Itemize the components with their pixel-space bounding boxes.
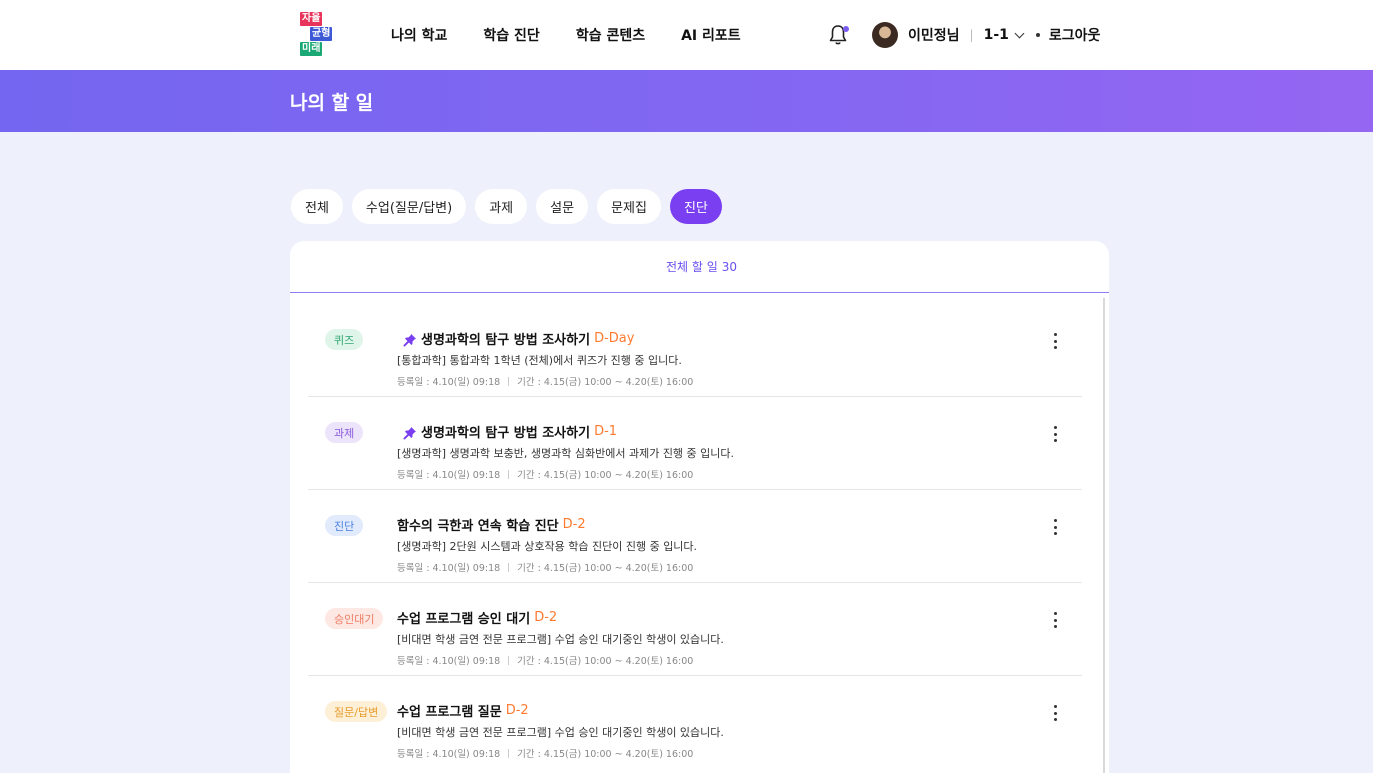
filter-tabs: 전체 수업(질문/답변) 과제 설문 문제집 진단 bbox=[291, 189, 731, 224]
nav-item-learning-contents[interactable]: 학습 콘텐츠 bbox=[576, 25, 645, 45]
list-item[interactable]: 승인대기 수업 프로그램 승인 대기 D-2 [비대면 학생 금연 전문 프로그… bbox=[308, 583, 1082, 676]
period: 기간 : 4.15(금) 10:00 ~ 4.20(토) 16:00 bbox=[517, 749, 694, 760]
dday-label: D-2 bbox=[562, 517, 586, 532]
class-selector[interactable]: 1-1 bbox=[983, 27, 1025, 43]
more-vertical-icon[interactable] bbox=[1050, 612, 1060, 628]
category-badge: 퀴즈 bbox=[325, 329, 364, 350]
chevron-down-icon bbox=[1014, 28, 1025, 38]
total-count: 30 bbox=[721, 259, 738, 274]
period: 기간 : 4.15(금) 10:00 ~ 4.20(토) 16:00 bbox=[517, 563, 694, 574]
registered-date: 등록일 : 4.10(일) 09:18 bbox=[397, 470, 501, 481]
item-meta: 등록일 : 4.10(일) 09:18 기간 : 4.15(금) 10:00 ~… bbox=[397, 374, 693, 388]
todo-panel: 전체 할 일 30 퀴즈 생명과학의 탐구 방법 조사하기 D-Day [통합과… bbox=[290, 241, 1109, 773]
more-vertical-icon[interactable] bbox=[1050, 705, 1060, 721]
registered-date: 등록일 : 4.10(일) 09:18 bbox=[397, 749, 501, 760]
dday-label: D-1 bbox=[594, 424, 618, 439]
logout-button[interactable]: 로그아웃 bbox=[1049, 25, 1101, 45]
item-title[interactable]: 수업 프로그램 승인 대기 bbox=[397, 608, 530, 627]
page-banner: 나의 할 일 bbox=[0, 70, 1373, 132]
item-meta: 등록일 : 4.10(일) 09:18 기간 : 4.15(금) 10:00 ~… bbox=[397, 653, 693, 667]
avatar[interactable] bbox=[872, 22, 898, 48]
item-title[interactable]: 수업 프로그램 질문 bbox=[397, 701, 502, 720]
meta-divider bbox=[508, 469, 510, 479]
separator-dot bbox=[1035, 33, 1040, 37]
period: 기간 : 4.15(금) 10:00 ~ 4.20(토) 16:00 bbox=[517, 377, 694, 388]
item-meta: 등록일 : 4.10(일) 09:18 기간 : 4.15(금) 10:00 ~… bbox=[397, 746, 693, 760]
tab-workbook[interactable]: 문제집 bbox=[597, 189, 661, 224]
tab-class-qna[interactable]: 수업(질문/답변) bbox=[351, 189, 467, 224]
registered-date: 등록일 : 4.10(일) 09:18 bbox=[397, 563, 501, 574]
pin-icon bbox=[403, 425, 417, 439]
item-description: [생명과학] 2단원 시스템과 상호작용 학습 진단이 진행 중 입니다. bbox=[397, 540, 698, 553]
tab-diagnosis[interactable]: 진단 bbox=[669, 189, 722, 224]
tab-assignment[interactable]: 과제 bbox=[475, 189, 528, 224]
meta-divider bbox=[508, 655, 510, 665]
item-meta: 등록일 : 4.10(일) 09:18 기간 : 4.15(금) 10:00 ~… bbox=[397, 560, 693, 574]
item-description: [생명과학] 생명과학 보충반, 생명과학 심화반에서 과제가 진행 중 입니다… bbox=[397, 447, 735, 460]
todo-list: 퀴즈 생명과학의 탐구 방법 조사하기 D-Day [통합과학] 통합과학 1학… bbox=[308, 304, 1082, 769]
registered-date: 등록일 : 4.10(일) 09:18 bbox=[397, 656, 501, 667]
total-label: 전체 할 일 bbox=[665, 260, 718, 274]
page-title: 나의 할 일 bbox=[290, 92, 374, 114]
item-title-row: 생명과학의 탐구 방법 조사하기 D-1 bbox=[397, 422, 617, 441]
tab-all[interactable]: 전체 bbox=[291, 189, 343, 224]
panel-header: 전체 할 일 30 bbox=[290, 241, 1109, 293]
meta-divider bbox=[508, 748, 510, 758]
user-name: 이민정님 bbox=[908, 28, 960, 44]
list-item[interactable]: 과제 생명과학의 탐구 방법 조사하기 D-1 [생명과학] 생명과학 보충반,… bbox=[308, 397, 1082, 490]
item-title-row: 함수의 극한과 연속 학습 진단 D-2 bbox=[397, 515, 586, 534]
item-title-row: 생명과학의 탐구 방법 조사하기 D-Day bbox=[397, 329, 634, 348]
top-header: 자율 균형 미래 나의 학교 학습 진단 학습 콘텐츠 AI 리포트 이민정님 … bbox=[0, 0, 1373, 70]
class-selector-label: 1-1 bbox=[983, 27, 1009, 43]
item-title[interactable]: 생명과학의 탐구 방법 조사하기 bbox=[421, 329, 590, 348]
category-badge: 과제 bbox=[325, 422, 364, 443]
item-title-row: 수업 프로그램 승인 대기 D-2 bbox=[397, 608, 557, 627]
dday-label: D-2 bbox=[505, 703, 529, 718]
logo[interactable]: 자율 균형 미래 bbox=[300, 12, 340, 56]
category-badge: 질문/답변 bbox=[325, 701, 388, 722]
list-item[interactable]: 질문/답변 수업 프로그램 질문 D-2 [비대면 학생 금연 전문 프로그램]… bbox=[308, 676, 1082, 769]
item-description: [비대면 학생 금연 전문 프로그램] 수업 승인 대기중인 학생이 있습니다. bbox=[397, 633, 724, 646]
period: 기간 : 4.15(금) 10:00 ~ 4.20(토) 16:00 bbox=[517, 470, 694, 481]
bell-icon[interactable] bbox=[826, 23, 850, 47]
nav-item-my-school[interactable]: 나의 학교 bbox=[391, 25, 447, 45]
user-area: 이민정님 | 1-1 로그아웃 bbox=[826, 0, 1100, 70]
item-title-row: 수업 프로그램 질문 D-2 bbox=[397, 701, 529, 720]
more-vertical-icon[interactable] bbox=[1050, 426, 1060, 442]
meta-divider bbox=[508, 562, 510, 572]
divider: | bbox=[969, 28, 974, 42]
item-meta: 등록일 : 4.10(일) 09:18 기간 : 4.15(금) 10:00 ~… bbox=[397, 467, 693, 481]
category-badge: 진단 bbox=[325, 515, 364, 536]
list-item[interactable]: 진단 함수의 극한과 연속 학습 진단 D-2 [생명과학] 2단원 시스템과 … bbox=[308, 490, 1082, 583]
period: 기간 : 4.15(금) 10:00 ~ 4.20(토) 16:00 bbox=[517, 656, 694, 667]
scrollbar[interactable] bbox=[1103, 298, 1105, 773]
more-vertical-icon[interactable] bbox=[1050, 519, 1060, 535]
tab-survey[interactable]: 설문 bbox=[536, 189, 589, 224]
nav-item-ai-report[interactable]: AI 리포트 bbox=[681, 25, 741, 45]
dday-label: D-Day bbox=[594, 331, 635, 346]
list-item[interactable]: 퀴즈 생명과학의 탐구 방법 조사하기 D-Day [통합과학] 통합과학 1학… bbox=[308, 304, 1082, 397]
logo-line-1: 자율 bbox=[300, 12, 323, 26]
logo-line-2: 균형 bbox=[310, 27, 333, 41]
dday-label: D-2 bbox=[534, 610, 558, 625]
category-badge: 승인대기 bbox=[325, 608, 384, 629]
item-title[interactable]: 함수의 극한과 연속 학습 진단 bbox=[397, 515, 559, 534]
item-title[interactable]: 생명과학의 탐구 방법 조사하기 bbox=[421, 422, 590, 441]
registered-date: 등록일 : 4.10(일) 09:18 bbox=[397, 377, 501, 388]
pin-icon bbox=[403, 332, 417, 346]
logo-line-3: 미래 bbox=[300, 42, 323, 56]
item-description: [통합과학] 통합과학 1학년 (전체)에서 퀴즈가 진행 중 입니다. bbox=[397, 354, 682, 367]
item-description: [비대면 학생 금연 전문 프로그램] 수업 승인 대기중인 학생이 있습니다. bbox=[397, 726, 724, 739]
nav-item-learning-diagnosis[interactable]: 학습 진단 bbox=[483, 25, 539, 45]
main-nav: 나의 학교 학습 진단 학습 콘텐츠 AI 리포트 bbox=[391, 0, 777, 70]
meta-divider bbox=[508, 376, 510, 386]
notification-dot bbox=[843, 26, 849, 32]
more-vertical-icon[interactable] bbox=[1050, 333, 1060, 349]
